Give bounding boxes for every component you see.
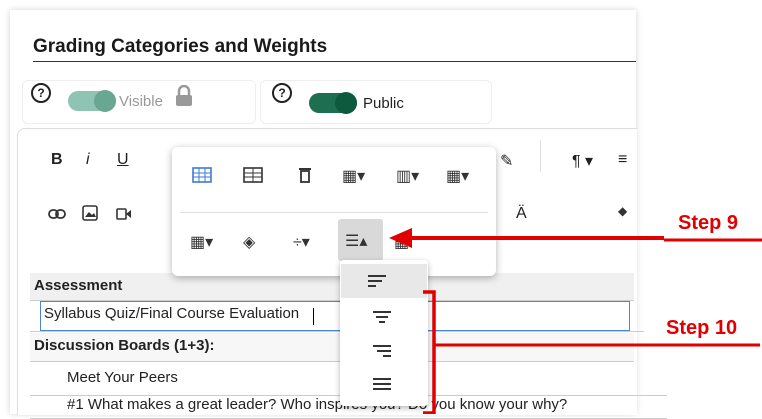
step9-label: Step 9 bbox=[678, 212, 739, 234]
annotation-overlay bbox=[389, 228, 762, 414]
step10-label: Step 10 bbox=[666, 317, 738, 339]
